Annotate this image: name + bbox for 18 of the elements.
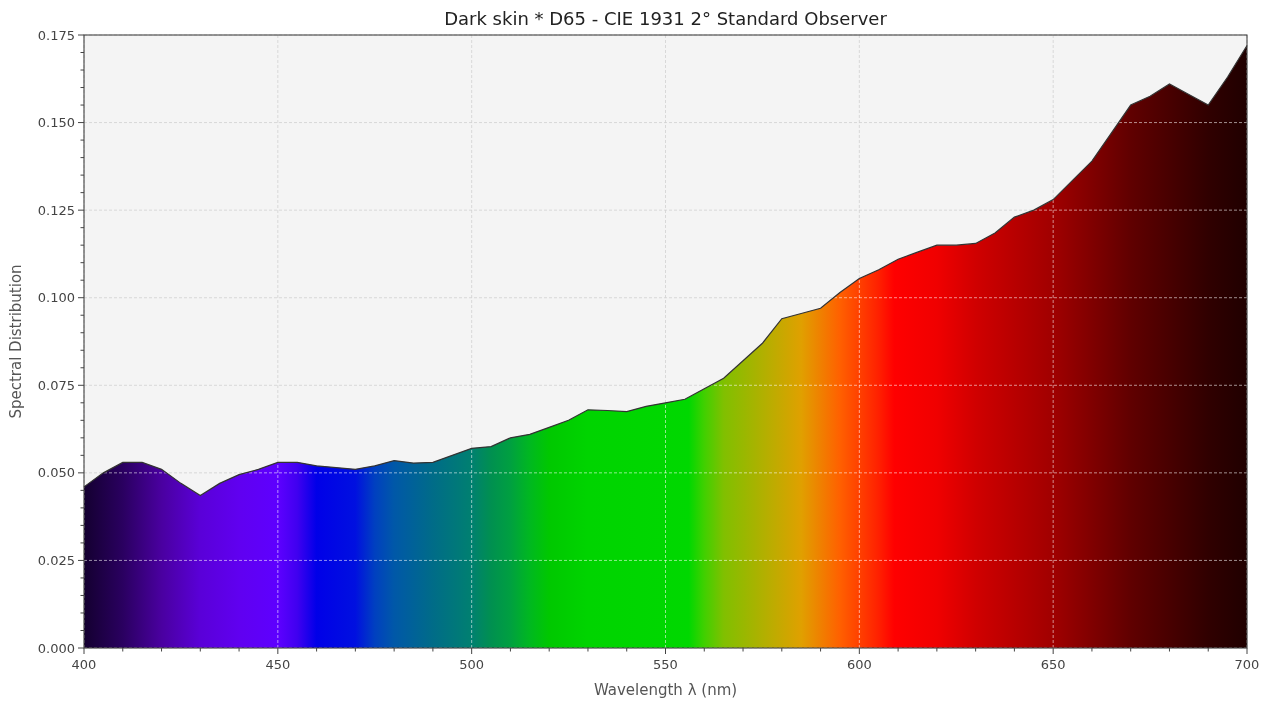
y-tick-label: 0.150 [37,115,75,131]
x-axis-label: Wavelength λ (nm) [593,681,738,699]
x-tick-label: 450 [265,657,291,672]
y-tick-label: 0.025 [37,552,75,568]
y-tick-label: 0.100 [37,290,75,306]
x-tick-label: 400 [71,657,97,672]
y-tick-label: 0.175 [37,27,75,43]
chart-title: Dark skin * D65 - CIE 1931 2° Standard Observer [444,8,887,29]
y-axis-label: Spectral Distribution [7,264,25,419]
x-tick-label: 550 [653,657,678,672]
y-tick-label: 0.075 [37,377,75,393]
y-tick-label: 0.000 [37,640,75,656]
x-tick-label: 700 [1234,657,1260,672]
x-tick-label: 650 [1040,657,1066,672]
y-tick-label: 0.125 [37,202,75,218]
x-tick-label: 600 [846,657,872,672]
x-tick-label: 500 [459,657,485,672]
y-tick-label: 0.050 [37,465,75,481]
